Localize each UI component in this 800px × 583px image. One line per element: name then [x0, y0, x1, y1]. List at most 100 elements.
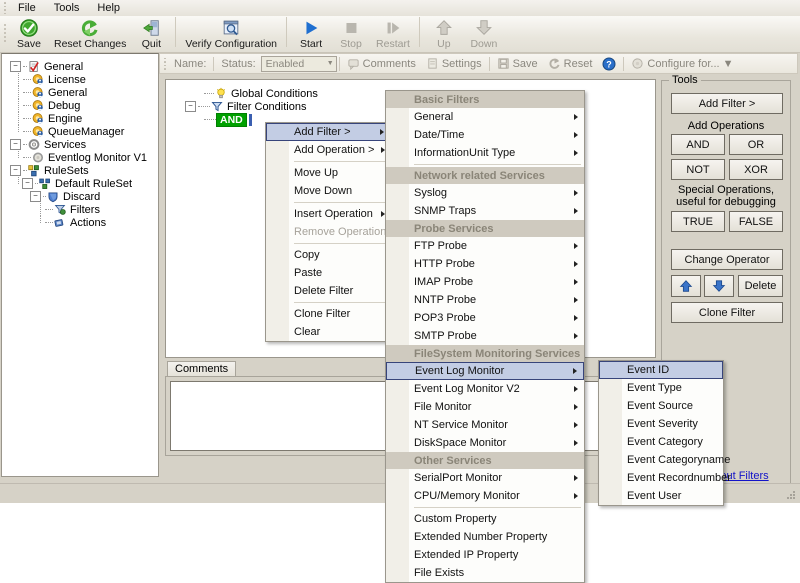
- tree-item-filters[interactable]: Filters: [4, 203, 158, 216]
- menu-item-insert-operation[interactable]: Insert Operation: [266, 205, 391, 223]
- or-button[interactable]: OR: [729, 134, 783, 155]
- tree-item-queuemanager[interactable]: QueueManager: [4, 125, 158, 138]
- menu-item-event-log-monitor-v2[interactable]: Event Log Monitor V2: [386, 380, 584, 398]
- menu-item-snmp-traps[interactable]: SNMP Traps: [386, 202, 584, 220]
- menu-item-copy[interactable]: Copy: [266, 246, 391, 264]
- expand-toggle[interactable]: −: [10, 165, 21, 176]
- tree-item-eventlog-monitor-v1[interactable]: Eventlog Monitor V1: [4, 151, 158, 164]
- and-button[interactable]: AND: [671, 134, 725, 155]
- resize-grip-icon[interactable]: [785, 489, 797, 501]
- property-toolbar-grip[interactable]: [161, 57, 169, 71]
- menu-item-event-categoryname[interactable]: Event Categoryname: [599, 451, 730, 469]
- menu-item-file-exists[interactable]: File Exists: [386, 564, 584, 582]
- menu-item-add-filter[interactable]: Add Filter >: [266, 123, 391, 141]
- menu-item-ftp-probe[interactable]: FTP Probe: [386, 237, 584, 255]
- menu-item-general[interactable]: General: [386, 108, 584, 126]
- menu-item-informationunit-type[interactable]: InformationUnit Type: [386, 144, 584, 162]
- settings-button[interactable]: Settings: [421, 57, 487, 70]
- menu-item-syslog[interactable]: Syslog: [386, 184, 584, 202]
- prop-save-button[interactable]: Save: [492, 57, 543, 70]
- menu-item-date-time[interactable]: Date/Time: [386, 126, 584, 144]
- menu-item-diskspace-monitor[interactable]: DiskSpace Monitor: [386, 434, 584, 452]
- submenu-arrow-icon: [574, 114, 578, 120]
- comments-button[interactable]: Comments: [342, 57, 421, 70]
- filter-context-menu[interactable]: Add Filter > Add Operation > Move Up Mov…: [265, 122, 392, 342]
- move-up-button[interactable]: [671, 275, 701, 297]
- quit-button[interactable]: Quit: [131, 16, 171, 50]
- add-filter-submenu[interactable]: Basic Filters General Date/Time Informat…: [385, 90, 585, 583]
- verify-configuration-button[interactable]: Verify Configuration: [180, 16, 282, 50]
- menu-item-add-operation[interactable]: Add Operation >: [266, 141, 391, 159]
- menu-item-extended-ip-property[interactable]: Extended IP Property: [386, 546, 584, 564]
- move-up-button[interactable]: Up: [424, 16, 464, 50]
- tree-item-rulesets[interactable]: − RuleSets: [4, 164, 158, 177]
- menu-item-move-down[interactable]: Move Down: [266, 182, 391, 200]
- add-filter-button[interactable]: Add Filter >: [671, 93, 783, 114]
- tree-item-services[interactable]: − Services: [4, 138, 158, 151]
- menu-item-event-source[interactable]: Event Source: [599, 397, 723, 415]
- menu-item-pop3-probe[interactable]: POP3 Probe: [386, 309, 584, 327]
- prop-reset-button[interactable]: Reset: [543, 57, 598, 70]
- and-operator-badge[interactable]: AND: [216, 112, 247, 127]
- menu-item-event-recordnumber[interactable]: Event Recordnumber: [599, 469, 731, 487]
- help-button[interactable]: ?: [597, 57, 621, 71]
- navigation-tree-panel[interactable]: − General License General Debug Engine Q…: [1, 53, 159, 477]
- tree-item-discard[interactable]: − Discard: [4, 190, 158, 203]
- expand-toggle[interactable]: −: [30, 191, 41, 202]
- menu-item-event-user[interactable]: Event User: [599, 487, 723, 505]
- menu-item-clone-filter[interactable]: Clone Filter: [266, 305, 391, 323]
- change-operator-button[interactable]: Change Operator: [671, 249, 783, 270]
- menu-help[interactable]: Help: [88, 1, 129, 15]
- tree-item-license[interactable]: License: [4, 73, 158, 86]
- menu-item-extended-number-property[interactable]: Extended Number Property: [386, 528, 584, 546]
- menu-item-delete-filter[interactable]: Delete Filter: [266, 282, 391, 300]
- menu-item-event-type[interactable]: Event Type: [599, 379, 723, 397]
- menu-item-nntp-probe[interactable]: NNTP Probe: [386, 291, 584, 309]
- menu-item-cpu-memory-monitor[interactable]: CPU/Memory Monitor: [386, 487, 584, 505]
- delete-button[interactable]: Delete: [738, 275, 783, 297]
- expand-toggle[interactable]: −: [22, 178, 33, 189]
- menu-item-paste[interactable]: Paste: [266, 264, 391, 282]
- menu-item-event-category[interactable]: Event Category: [599, 433, 723, 451]
- tree-item-debug[interactable]: Debug: [4, 99, 158, 112]
- menubar-grip[interactable]: [1, 1, 9, 15]
- menu-item-imap-probe[interactable]: IMAP Probe: [386, 273, 584, 291]
- clone-filter-button[interactable]: Clone Filter: [671, 302, 783, 323]
- menu-tools[interactable]: Tools: [45, 1, 89, 15]
- not-button[interactable]: NOT: [671, 159, 725, 180]
- stop-button[interactable]: Stop: [331, 16, 371, 50]
- true-button[interactable]: TRUE: [671, 211, 725, 232]
- tree-item-default-ruleset[interactable]: − Default RuleSet: [4, 177, 158, 190]
- reset-changes-button[interactable]: Reset Changes: [49, 16, 131, 50]
- menu-file[interactable]: File: [9, 1, 45, 15]
- menu-item-clear[interactable]: Clear: [266, 323, 391, 341]
- expand-toggle[interactable]: −: [10, 139, 21, 150]
- start-button[interactable]: Start: [291, 16, 331, 50]
- menu-item-smtp-probe[interactable]: SMTP Probe: [386, 327, 584, 345]
- restart-button[interactable]: Restart: [371, 16, 415, 50]
- menu-item-serialport-monitor[interactable]: SerialPort Monitor: [386, 469, 584, 487]
- menu-item-nt-service-monitor[interactable]: NT Service Monitor: [386, 416, 584, 434]
- tree-item-actions[interactable]: Actions: [4, 216, 158, 229]
- toolbar-grip[interactable]: [1, 18, 9, 48]
- menu-item-file-monitor[interactable]: File Monitor: [386, 398, 584, 416]
- xor-button[interactable]: XOR: [729, 159, 783, 180]
- tree-item-engine[interactable]: Engine: [4, 112, 158, 125]
- move-down-button[interactable]: Down: [464, 16, 504, 50]
- menu-item-custom-property[interactable]: Custom Property: [386, 510, 584, 528]
- configure-for-dropdown[interactable]: Configure for... ▼: [626, 57, 738, 70]
- tree-item-general[interactable]: General: [4, 86, 158, 99]
- false-button[interactable]: FALSE: [729, 211, 783, 232]
- status-dropdown[interactable]: Enabled ▼: [260, 55, 337, 72]
- menu-item-event-log-monitor[interactable]: Event Log Monitor: [386, 362, 584, 380]
- menu-item-move-up[interactable]: Move Up: [266, 164, 391, 182]
- event-log-monitor-submenu[interactable]: Event ID Event Type Event Source Event S…: [598, 360, 731, 506]
- save-button[interactable]: Save: [9, 16, 49, 50]
- menu-item-http-probe[interactable]: HTTP Probe: [386, 255, 584, 273]
- expand-toggle[interactable]: −: [185, 101, 196, 112]
- menu-item-event-id[interactable]: Event ID: [599, 361, 723, 379]
- expand-toggle[interactable]: −: [10, 61, 21, 72]
- move-down-button[interactable]: [704, 275, 734, 297]
- tree-item-general-root[interactable]: − General: [4, 60, 158, 73]
- menu-item-event-severity[interactable]: Event Severity: [599, 415, 723, 433]
